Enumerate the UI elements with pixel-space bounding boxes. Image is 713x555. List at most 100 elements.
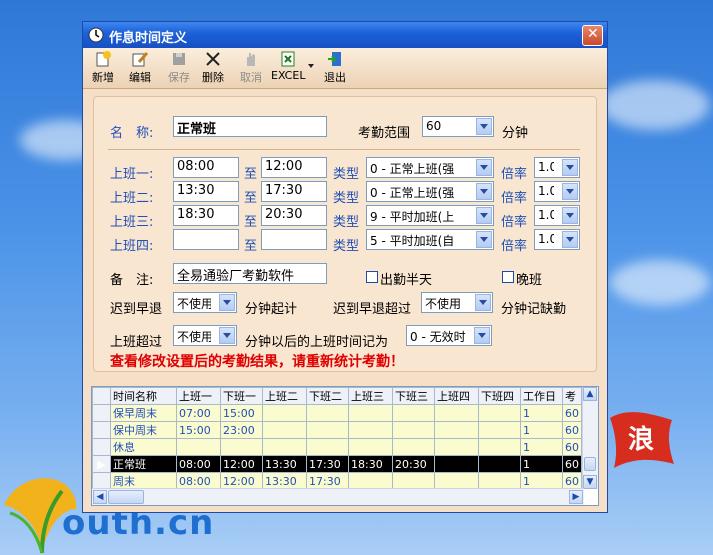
shift-3-type-select[interactable]: 9 - 平时加班(上 [366,205,494,226]
table-cell[interactable] [392,438,435,456]
chevron-down-icon[interactable] [476,207,492,224]
cancel-button[interactable]: 取消 [237,50,265,84]
table-cell[interactable] [478,404,521,422]
table-cell[interactable]: 07:00 [176,404,221,422]
table-cell[interactable]: 保中周末 [110,421,177,439]
table-cell[interactable]: 18:30 [348,455,393,473]
table-cell[interactable] [392,472,435,490]
exit-button[interactable]: 退出 [321,50,349,84]
vertical-scrollbar[interactable]: ▲ ▼ [582,387,598,489]
chevron-down-icon[interactable] [476,118,492,135]
shift-4-type-select[interactable]: 5 - 平时加班(自 [366,229,494,250]
shift-1-rate-select[interactable]: 1.0 [534,157,580,178]
table-cell[interactable]: 60 [562,472,582,490]
work-exceed-select[interactable]: 不使用 [173,325,237,346]
table-cell[interactable]: 60 [562,421,582,439]
horizontal-scrollbar[interactable]: ◀ ▶ [92,488,584,505]
table-cell[interactable]: 1 [520,455,563,473]
chevron-down-icon[interactable] [476,231,492,248]
column-header[interactable]: 下班一 [220,387,263,405]
table-cell[interactable]: 08:00 [176,472,221,490]
table-cell[interactable]: 08:00 [176,455,221,473]
chevron-down-icon[interactable] [562,159,578,176]
table-cell[interactable] [478,421,521,439]
title-bar[interactable]: 作息时间定义 ✕ [83,22,607,48]
table-cell[interactable]: 15:00 [220,404,263,422]
column-header[interactable]: 上班一 [176,387,221,405]
range-select[interactable]: 60 [422,116,494,137]
shift-1-type-select[interactable]: 0 - 正常上班(强 [366,157,494,178]
column-header[interactable]: 上班四 [434,387,479,405]
table-cell[interactable] [434,421,479,439]
table-cell[interactable] [478,455,521,473]
table-cell[interactable]: 12:00 [220,472,263,490]
shift-4-end-input[interactable] [261,229,327,250]
remark-input[interactable]: 全易通验厂考勤软件 [173,263,327,284]
scroll-left-icon[interactable]: ◀ [93,490,107,504]
scroll-down-icon[interactable]: ▼ [583,475,597,489]
table-cell[interactable] [262,421,307,439]
table-cell[interactable]: 正常班 [110,455,177,473]
table-cell[interactable] [434,438,479,456]
table-cell[interactable]: 13:30 [262,455,307,473]
table-cell[interactable] [348,472,393,490]
table-cell[interactable] [478,438,521,456]
table-cell[interactable] [262,404,307,422]
column-header[interactable]: 下班四 [478,387,521,405]
column-header[interactable]: 考 [562,387,582,405]
table-cell[interactable]: 23:00 [220,421,263,439]
row-indicator[interactable] [92,472,111,490]
shift-3-end-input[interactable]: 20:30 [261,205,327,226]
column-header[interactable]: 下班三 [392,387,435,405]
table-cell[interactable]: 13:30 [262,472,307,490]
table-cell[interactable]: 60 [562,438,582,456]
table-cell[interactable] [306,404,349,422]
chevron-down-icon[interactable] [562,231,578,248]
table-cell[interactable] [306,438,349,456]
horizontal-scroll-thumb[interactable] [108,490,144,504]
column-header[interactable]: 工作日 [520,387,563,405]
current-row-arrow-icon[interactable]: ▶ [92,455,111,473]
table-cell[interactable]: 60 [562,455,582,473]
late-exceed-select[interactable]: 不使用 [421,292,493,313]
table-cell[interactable]: 保早周末 [110,404,177,422]
column-header[interactable]: 时间名称 [110,387,177,405]
chevron-down-icon[interactable] [219,294,235,311]
chevron-down-icon[interactable] [476,183,492,200]
table-cell[interactable] [262,438,307,456]
table-cell[interactable]: 17:30 [306,455,349,473]
table-row[interactable]: ▶ 正常班 08:00 12:00 13:30 17:30 18:30 20:30 1 60 [92,455,582,473]
table-cell[interactable] [348,421,393,439]
scroll-up-icon[interactable]: ▲ [583,387,597,401]
shift-2-end-input[interactable]: 17:30 [261,181,327,202]
shift-1-start-input[interactable]: 08:00 [173,157,239,178]
table-cell[interactable] [434,455,479,473]
late-early-select[interactable]: 不使用 [173,292,237,313]
shift-2-start-input[interactable]: 13:30 [173,181,239,202]
table-cell[interactable] [392,421,435,439]
shift-1-end-input[interactable]: 12:00 [261,157,327,178]
vertical-scroll-thumb[interactable] [584,457,596,471]
table-cell[interactable] [306,421,349,439]
table-cell[interactable] [348,438,393,456]
table-cell[interactable]: 17:30 [306,472,349,490]
name-input[interactable]: 正常班 [173,116,327,137]
table-cell[interactable] [478,472,521,490]
column-header[interactable]: 下班二 [306,387,349,405]
shift-3-start-input[interactable]: 18:30 [173,205,239,226]
chevron-down-icon[interactable] [475,294,491,311]
table-cell[interactable]: 12:00 [220,455,263,473]
work-exceed-result-select[interactable]: 0 - 无效时 [406,325,492,346]
table-cell[interactable]: 15:00 [176,421,221,439]
table-cell[interactable]: 20:30 [392,455,435,473]
table-cell[interactable]: 周末 [110,472,177,490]
shift-4-start-input[interactable] [173,229,239,250]
table-cell[interactable] [176,438,221,456]
table-cell[interactable] [220,438,263,456]
table-row[interactable]: 保早周末 07:00 15:00 1 60 [92,404,582,422]
table-cell[interactable] [392,404,435,422]
shift-2-type-select[interactable]: 0 - 正常上班(强 [366,181,494,202]
table-cell[interactable]: 1 [520,438,563,456]
table-cell[interactable]: 1 [520,421,563,439]
new-button[interactable]: 新增 [89,50,117,84]
